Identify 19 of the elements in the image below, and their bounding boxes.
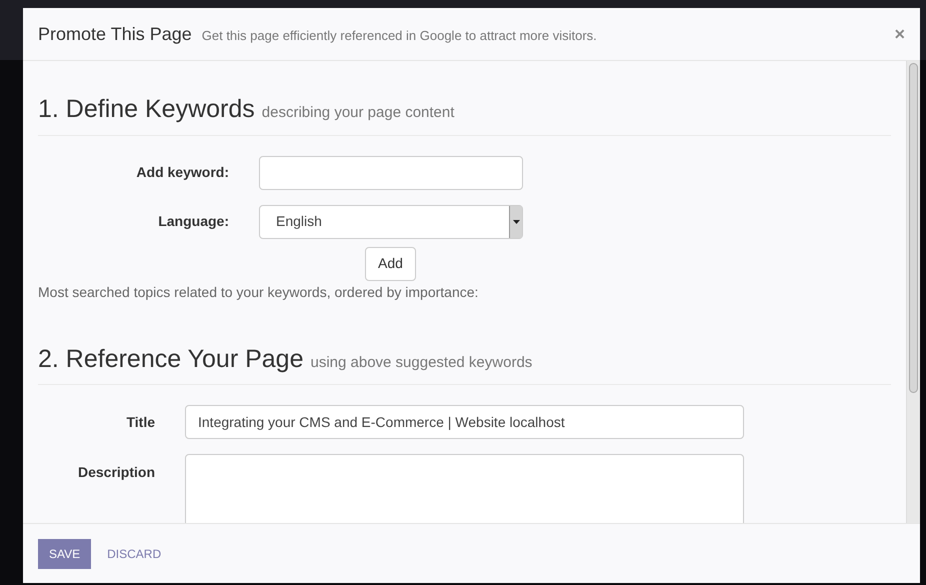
title-field[interactable]: Integrating your CMS and E-Commerce | Website localhost bbox=[185, 405, 744, 439]
section-subheading: using above suggested keywords bbox=[310, 352, 532, 372]
field-label: Language: bbox=[157, 212, 229, 231]
field-label: Title bbox=[125, 412, 155, 432]
language-select[interactable]: English bbox=[259, 204, 523, 238]
topics-note: Most searched topics related to your keywords, ordered by importance: bbox=[38, 282, 480, 302]
add-button[interactable]: Add bbox=[365, 246, 416, 280]
keyword-field[interactable] bbox=[259, 156, 523, 190]
section-subheading: describing your page content bbox=[262, 103, 454, 123]
dialog-subtitle: Get this page efficiently referenced in Google to attract more visitors. bbox=[202, 26, 597, 45]
field-label: Add keyword: bbox=[135, 163, 229, 182]
discard-link[interactable]: DISCARD bbox=[95, 538, 174, 568]
scrollbar[interactable] bbox=[906, 61, 920, 523]
field-label: Description bbox=[76, 463, 155, 482]
save-button[interactable]: SAVE bbox=[38, 538, 92, 568]
section-heading: 1. Define Keywords bbox=[38, 94, 255, 125]
section-heading: 2. Reference Your Page bbox=[38, 344, 304, 374]
dialog-title: Promote This Page bbox=[38, 22, 192, 46]
description-field[interactable] bbox=[185, 454, 744, 523]
